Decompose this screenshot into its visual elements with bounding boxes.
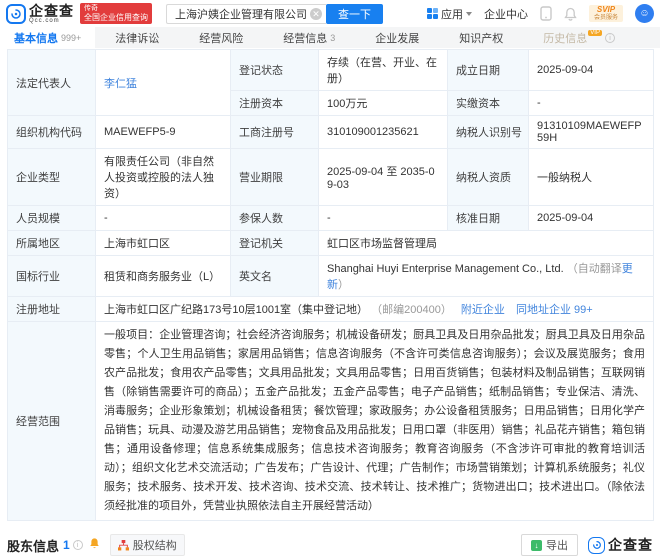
reg-address-value: 上海市虹口区广纪路173号10层1001室（集中登记地） （邮编200400） … [96,297,654,322]
avatar[interactable]: ☺ [635,4,654,23]
reg-authority-label: 登记机关 [231,231,319,256]
reg-capital-value: 100万元 [319,91,448,116]
company-type-label: 企业类型 [8,149,96,206]
biz-scope-label: 经营范围 [8,322,96,521]
tab-basic-info[interactable]: 基本信息 999+ [0,27,95,48]
search-area: ✕ 查一下 [166,4,383,24]
legal-rep-link[interactable]: 李仁猛 [104,78,137,90]
info-icon[interactable]: i [73,540,83,550]
tab-business-count: 3 [330,33,335,43]
org-chart-icon [118,540,129,551]
approval-date-label: 核准日期 [448,206,529,231]
svip-badge[interactable]: SVIP 会员服务 [589,5,623,22]
table-row: 国标行业 租赁和商务服务业（L） 英文名 Shanghai Huyi Enter… [8,256,654,297]
search-button[interactable]: 查一下 [326,4,383,24]
credit-search-badge: 传奇 全国企业信用查询 [80,3,152,24]
clear-icon[interactable]: ✕ [310,8,322,20]
table-row: 企业类型 有限责任公司（非自然人投资或控股的法人独资） 营业期限 2025-09… [8,149,654,206]
reg-address-label: 注册地址 [8,297,96,322]
region-value: 上海市虹口区 [96,231,231,256]
org-code-value: MAEWEFP5-9 [96,116,231,149]
qcc-watermark: 企查查 [588,535,653,555]
english-name-label: 英文名 [231,256,319,297]
biz-term-label: 营业期限 [231,149,319,206]
legal-rep-value: 李仁猛 [96,50,231,116]
legal-rep-label: 法定代表人 [8,50,96,116]
top-header: 企查查 Qcc.com 传奇 全国企业信用查询 ✕ 查一下 应用 企业中心 SV… [0,0,660,27]
taxpayer-qual-value: 一般纳税人 [529,149,654,206]
org-code-label: 组织机构代码 [8,116,96,149]
qcc-logo-icon [6,4,26,24]
enterprise-center-link[interactable]: 企业中心 [484,6,528,22]
english-name-value: Shanghai Huyi Enterprise Management Co.,… [319,256,654,297]
same-address-link[interactable]: 同地址企业 99+ [516,304,593,316]
taxpayer-qual-label: 纳税人资质 [448,149,529,206]
reg-status-value: 存续（在营、开业、在册） [319,50,448,91]
equity-structure-button[interactable]: 股权结构 [110,534,185,556]
apps-grid-icon [427,8,438,19]
bell-icon[interactable] [564,7,577,21]
region-label: 所属地区 [8,231,96,256]
table-row: 法定代表人 李仁猛 登记状态 存续（在营、开业、在册） 成立日期 2025-09… [8,50,654,91]
tab-intellectual-property[interactable]: 知识产权 [439,27,523,48]
tab-bar: 基本信息 999+ 法律诉讼 经营风险 经营信息 3 企业发展 知识产权 历史信… [0,27,660,48]
tab-basic-count: 999+ [61,33,81,43]
insured-count-value: - [319,206,448,231]
qcc-watermark-icon [588,537,605,554]
paid-capital-label: 实缴资本 [448,91,529,116]
qcc-logo[interactable]: 企查查 Qcc.com [6,4,74,24]
staff-size-label: 人员规模 [8,206,96,231]
search-input[interactable] [166,4,326,24]
tab-business-info[interactable]: 经营信息 3 [263,27,355,48]
shareholders-count: 1 [63,538,70,552]
export-icon: ↓ [531,540,542,551]
industry-label: 国标行业 [8,256,96,297]
insured-count-label: 参保人数 [231,206,319,231]
industry-value: 租赁和商务服务业（L） [96,256,231,297]
monitor-bell-icon[interactable] [89,536,100,554]
biz-reg-no-label: 工商注册号 [231,116,319,149]
staff-size-value: - [96,206,231,231]
tab-history-info[interactable]: 历史信息 VIP i [523,27,635,48]
biz-scope-value: 一般项目：企业管理咨询；社会经济咨询服务；机械设备研发；厨具卫具及日用杂品批发；… [96,322,654,521]
company-type-value: 有限责任公司（非自然人投资或控股的法人独资） [96,149,231,206]
shareholders-title: 股东信息 [7,536,59,555]
mobile-icon[interactable] [540,6,552,21]
company-info-table: 法定代表人 李仁猛 登记状态 存续（在营、开业、在册） 成立日期 2025-09… [7,49,654,521]
tab-company-development[interactable]: 企业发展 [355,27,439,48]
taxpayer-id-label: 纳税人识别号 [448,116,529,149]
vip-badge: VIP [588,30,602,36]
export-button[interactable]: ↓ 导出 [521,534,578,556]
table-row: 所属地区 上海市虹口区 登记机关 虹口区市场监督管理局 [8,231,654,256]
shareholders-header: 股东信息 1 i 股权结构 ↓ 导出 企查查 [7,534,653,556]
info-icon[interactable]: i [605,33,615,43]
tab-operational-risk[interactable]: 经营风险 [179,27,263,48]
est-date-value: 2025-09-04 [529,50,654,91]
reg-capital-label: 注册资本 [231,91,319,116]
taxpayer-id-value: 91310109MAEWEFP59H [529,116,654,149]
biz-term-value: 2025-09-04 至 2035-09-03 [319,149,448,206]
paid-capital-value: - [529,91,654,116]
table-row: 注册地址 上海市虹口区广纪路173号10层1001室（集中登记地） （邮编200… [8,297,654,322]
est-date-label: 成立日期 [448,50,529,91]
tab-legal-litigation[interactable]: 法律诉讼 [95,27,179,48]
logo-title: 企查查 [29,4,74,18]
table-row: 人员规模 - 参保人数 - 核准日期 2025-09-04 [8,206,654,231]
table-row: 经营范围 一般项目：企业管理咨询；社会经济咨询服务；机械设备研发；厨具卫具及日用… [8,322,654,521]
table-row: 组织机构代码 MAEWEFP5-9 工商注册号 310109001235621 … [8,116,654,149]
chevron-down-icon [466,12,472,19]
reg-status-label: 登记状态 [231,50,319,91]
approval-date-value: 2025-09-04 [529,206,654,231]
nearby-companies-link[interactable]: 附近企业 [461,304,505,316]
apps-menu[interactable]: 应用 [427,6,472,22]
biz-reg-no-value: 310109001235621 [319,116,448,149]
reg-authority-value: 虹口区市场监督管理局 [319,231,654,256]
